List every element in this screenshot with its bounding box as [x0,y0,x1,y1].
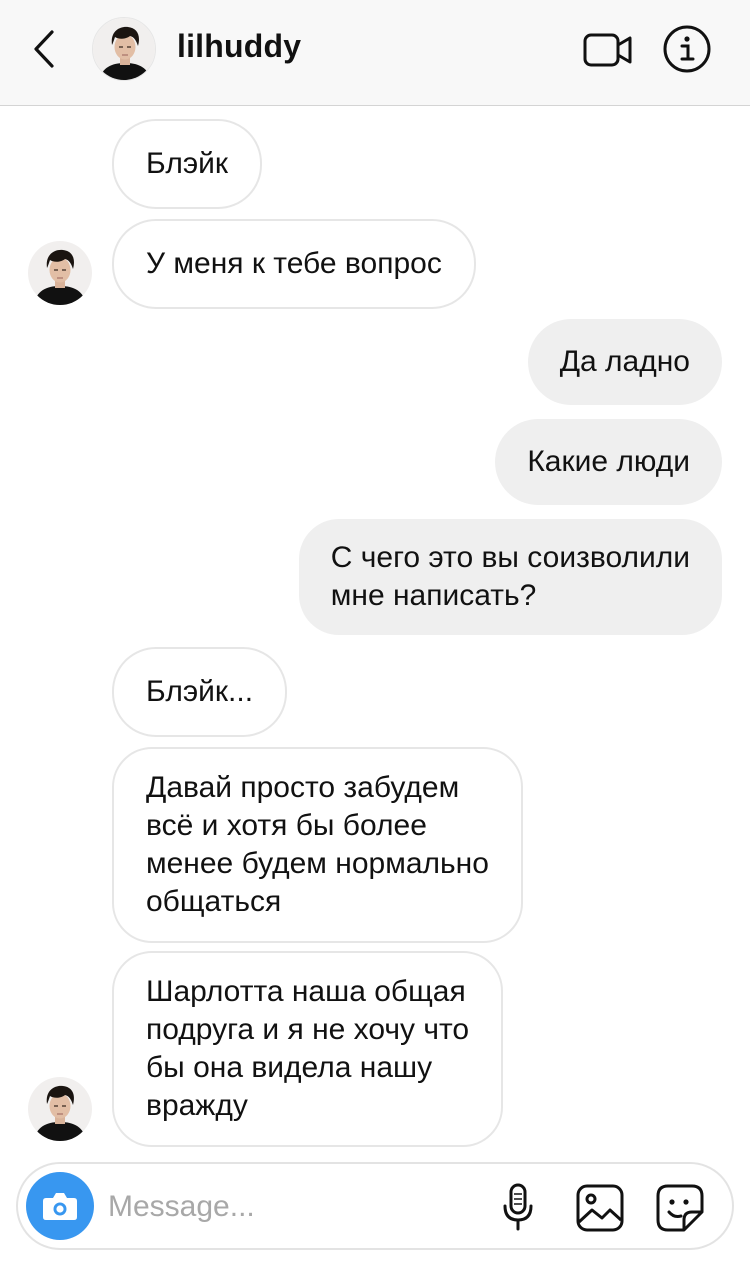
video-call-button[interactable] [582,30,634,70]
info-icon [663,25,711,73]
incoming-message[interactable]: Блэйк... [112,647,288,737]
microphone-icon [503,1183,533,1231]
microphone-button[interactable] [500,1182,536,1234]
sender-avatar[interactable] [28,1077,92,1141]
chat-header: lilhuddy [0,0,750,106]
avatar[interactable] [92,17,156,81]
outgoing-message[interactable]: Да ладно [527,319,722,405]
back-button[interactable] [30,28,62,70]
message-input[interactable] [108,1182,468,1232]
sender-avatar[interactable] [28,241,92,305]
sticker-icon [656,1184,704,1232]
incoming-message[interactable]: Блэйк [112,119,263,209]
camera-icon [43,1193,77,1220]
camera-button[interactable] [26,1172,94,1240]
video-call-icon [583,33,632,67]
incoming-message[interactable]: Давай просто забудем всё и хотя бы более… [112,747,523,943]
incoming-message[interactable]: У меня к тебе вопрос [112,219,476,309]
gallery-icon [576,1184,624,1232]
chevron-left-icon [34,30,54,68]
message-thread[interactable]: Блэйк У меня к тебе вопрос Да ладно Каки… [0,107,750,1152]
outgoing-message[interactable]: С чего это вы соизволили мне написать? [298,519,722,635]
gallery-button[interactable] [574,1182,626,1234]
outgoing-message[interactable]: Какие люди [495,419,722,505]
incoming-message[interactable]: Шарлотта наша общая подруга и я не хочу … [112,951,504,1147]
contact-username[interactable]: lilhuddy [177,28,301,65]
sticker-button[interactable] [654,1182,706,1234]
info-button[interactable] [662,24,712,74]
message-composer [16,1162,734,1250]
